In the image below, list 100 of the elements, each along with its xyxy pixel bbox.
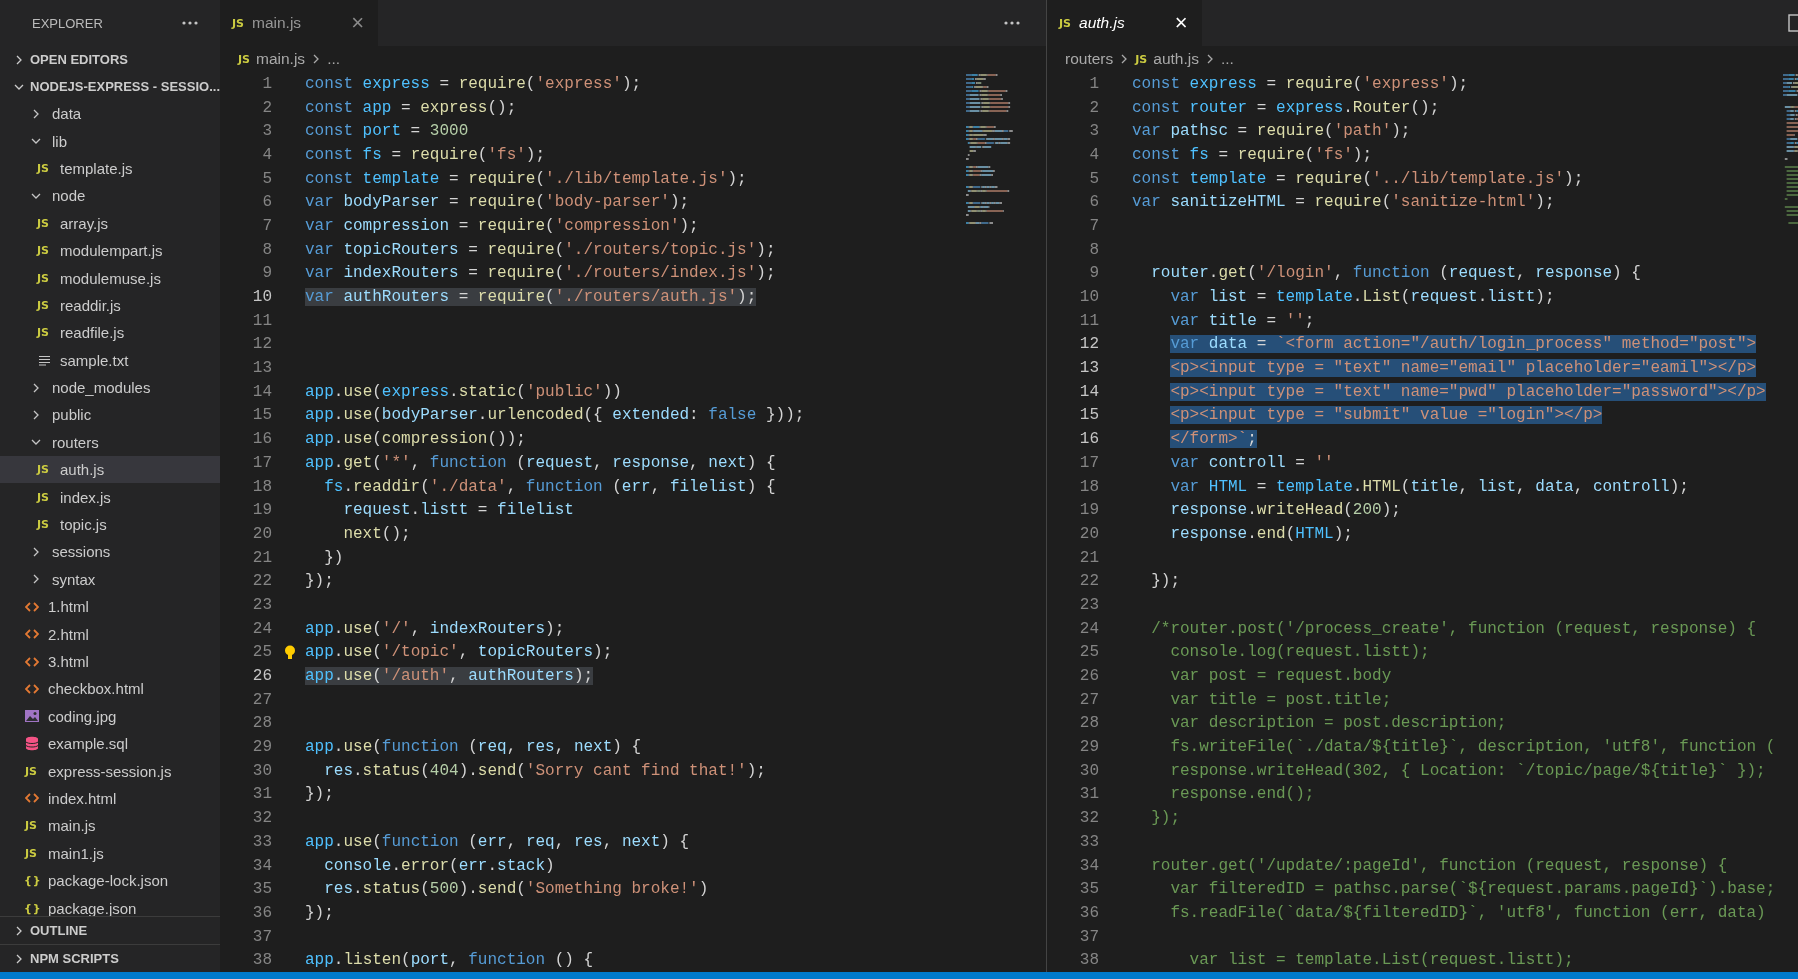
code-line: app.use(bodyParser.urlencoded({ extended: false })); bbox=[305, 406, 805, 425]
line-number: 20 bbox=[1078, 524, 1099, 543]
code-line: var HTML = template.HTML(title, list, data, controll); bbox=[1170, 477, 1689, 496]
section-header[interactable]: NODEJS-EXPRESS - SESSIO... bbox=[0, 73, 220, 100]
code-brackets-icon bbox=[25, 682, 39, 695]
file-item[interactable]: checkbox.html bbox=[0, 675, 220, 703]
file-item[interactable]: {} package.json bbox=[0, 894, 220, 916]
code-line: }); bbox=[305, 785, 334, 804]
line-number: 12 bbox=[251, 335, 272, 354]
folder-item[interactable]: data bbox=[0, 100, 220, 128]
file-item[interactable]: JS main.js bbox=[0, 812, 220, 840]
folder-item[interactable]: routers bbox=[0, 428, 220, 457]
line-number: 5 bbox=[261, 169, 272, 188]
breadcrumb-item[interactable]: ... bbox=[327, 50, 341, 68]
code-line: }) bbox=[324, 548, 344, 567]
breadcrumb-item[interactable]: JS main.js bbox=[238, 50, 306, 68]
code-line: response.end(HTML); bbox=[1170, 524, 1353, 543]
line-number: 24 bbox=[251, 619, 272, 638]
line-number: 7 bbox=[1088, 216, 1099, 235]
line-number: 3 bbox=[261, 122, 272, 141]
code-line: app.use(compression()); bbox=[305, 430, 526, 449]
file-item[interactable]: JS modulempart.js bbox=[0, 236, 220, 265]
breadcrumb-item[interactable]: ... bbox=[1220, 50, 1234, 68]
close-icon[interactable]: × bbox=[1174, 12, 1188, 34]
line-number: 11 bbox=[251, 311, 272, 330]
line-number: 24 bbox=[1078, 619, 1099, 638]
folder-item[interactable]: syntax bbox=[0, 565, 220, 594]
split-editor-icon[interactable] bbox=[1788, 14, 1798, 32]
folder-item[interactable]: public bbox=[0, 401, 220, 429]
file-item[interactable]: coding.jpg bbox=[0, 702, 220, 730]
line-number: 34 bbox=[251, 856, 272, 875]
code-line: }); bbox=[305, 903, 334, 922]
line-number: 36 bbox=[251, 903, 272, 922]
file-item[interactable]: JS template.js bbox=[0, 154, 220, 183]
file-item[interactable]: JS auth.js bbox=[0, 456, 220, 484]
line-number: 37 bbox=[251, 927, 272, 946]
breadcrumb-item[interactable]: JS auth.js bbox=[1135, 50, 1199, 68]
file-type-icon: JS bbox=[25, 819, 39, 833]
line-number: 8 bbox=[261, 240, 272, 259]
code-line: var controll = '' bbox=[1170, 453, 1334, 472]
file-item[interactable]: JS index.js bbox=[0, 483, 220, 511]
folder-item[interactable]: lib bbox=[0, 127, 220, 155]
more-icon[interactable] bbox=[182, 21, 198, 25]
line-number: 9 bbox=[1088, 264, 1099, 283]
line-number: 29 bbox=[251, 738, 272, 757]
file-type-icon: JS bbox=[37, 216, 51, 230]
file-item[interactable]: JS main1.js bbox=[0, 839, 220, 867]
code-line: var sanitizeHTML = require('sanitize-html'); bbox=[1132, 193, 1555, 212]
line-number: 33 bbox=[251, 832, 272, 851]
file-type-icon: JS bbox=[37, 326, 51, 340]
line-number: 38 bbox=[1078, 951, 1099, 970]
folder-item[interactable]: node bbox=[0, 182, 220, 210]
file-item[interactable]: index.html bbox=[0, 784, 220, 813]
line-number: 22 bbox=[251, 572, 272, 591]
line-number: 36 bbox=[1078, 903, 1099, 922]
line-number: 35 bbox=[251, 880, 272, 899]
code-line: const port = 3000 bbox=[305, 122, 469, 141]
code-line: }); bbox=[1151, 809, 1180, 828]
line-number: 33 bbox=[1078, 832, 1099, 851]
close-icon[interactable]: × bbox=[351, 12, 364, 34]
code-line: const template = require('./lib/template.js'); bbox=[305, 169, 747, 188]
code-line: res.status(404).send('Sorry cant find that!'); bbox=[324, 761, 766, 780]
code-line: app.get('*', function (request, response, next) { bbox=[305, 453, 776, 472]
line-number: 10 bbox=[1078, 288, 1099, 307]
code-line: response.writeHead(200); bbox=[1170, 501, 1401, 520]
folder-item[interactable]: sessions bbox=[0, 538, 220, 566]
line-number: 37 bbox=[1078, 927, 1099, 946]
file-item[interactable]: JS readfile.js bbox=[0, 319, 220, 347]
file-item[interactable]: 3.html bbox=[0, 647, 220, 676]
file-type-icon: JS bbox=[238, 52, 250, 66]
code-line: var description = post.description; bbox=[1170, 714, 1507, 733]
file-item[interactable]: JS modulemuse.js bbox=[0, 264, 220, 292]
more-icon[interactable] bbox=[1004, 21, 1020, 25]
file-item[interactable]: JS readdir.js bbox=[0, 291, 220, 320]
file-item[interactable]: sample.txt bbox=[0, 346, 220, 374]
section-header[interactable]: OPEN EDITORS bbox=[0, 46, 220, 73]
file-item[interactable]: example.sql bbox=[0, 730, 220, 758]
line-number: 3 bbox=[1088, 122, 1099, 141]
file-type-icon: JS bbox=[25, 846, 39, 860]
file-item[interactable]: JS express-session.js bbox=[0, 757, 220, 785]
editor-tab[interactable]: JS main.js × bbox=[220, 0, 378, 46]
panel-title: EXPLORER bbox=[32, 15, 103, 31]
line-number: 10 bbox=[251, 288, 272, 307]
breadcrumb-item[interactable]: routers bbox=[1065, 50, 1114, 68]
file-item[interactable]: 1.html bbox=[0, 593, 220, 621]
file-item[interactable]: {} package-lock.json bbox=[0, 866, 220, 895]
folder-item[interactable]: node_modules bbox=[0, 373, 220, 402]
editor-tab[interactable]: JS auth.js × bbox=[1047, 0, 1202, 46]
file-item[interactable]: JS topic.js bbox=[0, 510, 220, 539]
code-line: var topicRouters = require('./routers/topic.js'); bbox=[305, 240, 776, 259]
file-item[interactable]: 2.html bbox=[0, 620, 220, 648]
line-number: 35 bbox=[1078, 880, 1099, 899]
file-item[interactable]: JS array.js bbox=[0, 209, 220, 237]
file-type-icon: JS bbox=[37, 463, 51, 477]
line-number: 26 bbox=[251, 667, 272, 686]
line-number: 7 bbox=[261, 216, 272, 235]
code-line: router.get('/login', function (request, response) { bbox=[1151, 264, 1641, 283]
file-type-icon: JS bbox=[37, 244, 51, 258]
code-line: var title = post.title; bbox=[1170, 690, 1392, 709]
line-number: 38 bbox=[251, 951, 272, 970]
